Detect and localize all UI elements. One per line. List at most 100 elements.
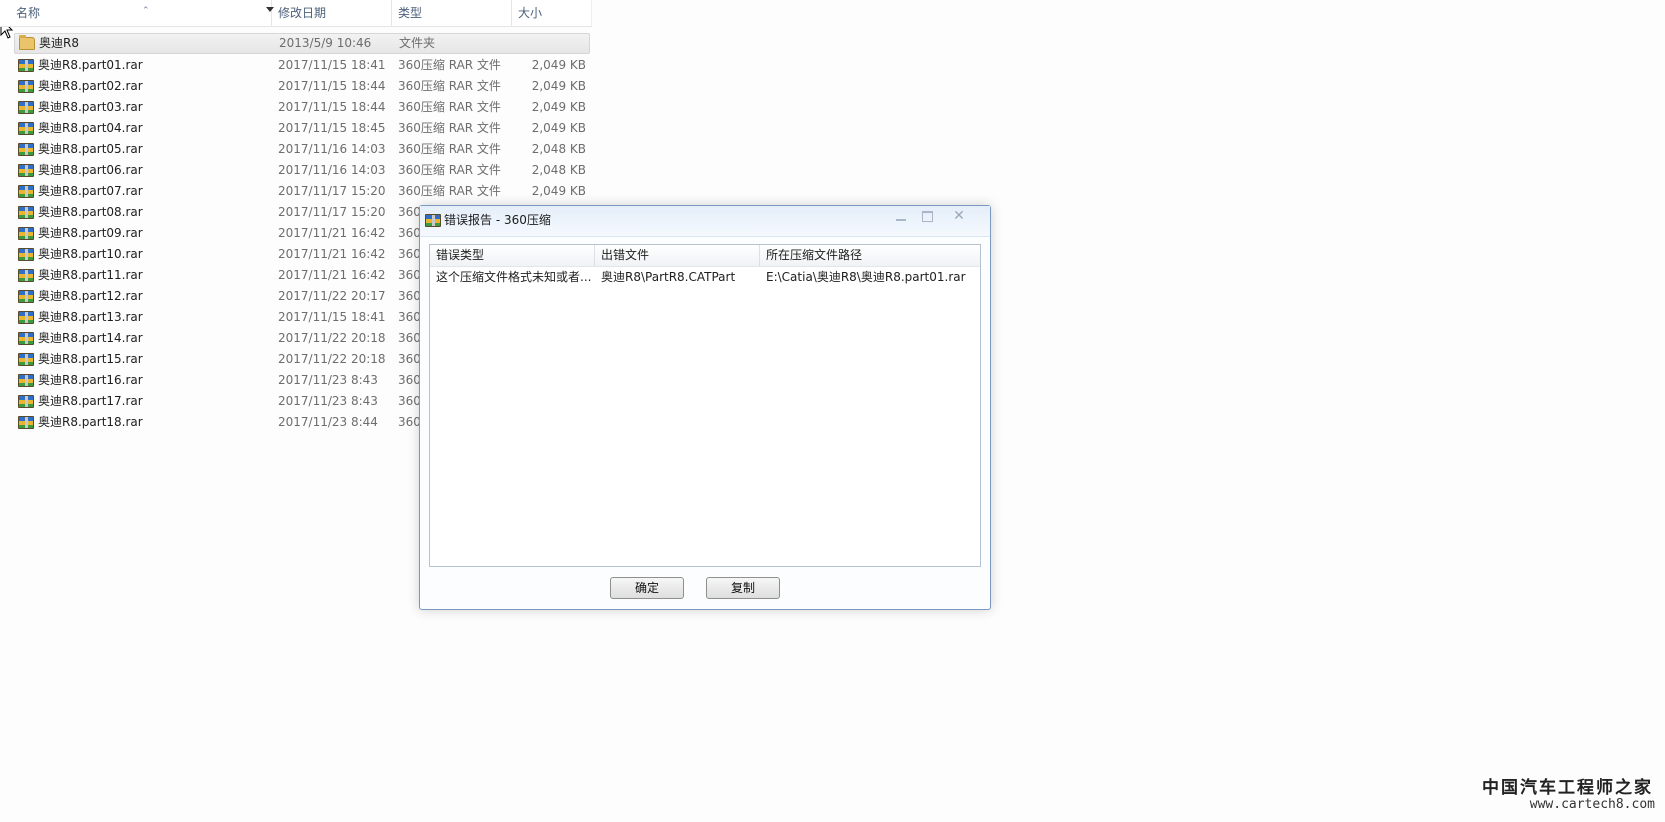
file-type: 360 [398,331,421,345]
column-header-error-type[interactable]: 错误类型 [430,245,595,266]
file-type: 360 [398,247,421,261]
file-name: 奥迪R8.part04.rar [38,121,143,135]
file-type: 360 [398,205,421,219]
close-button[interactable]: ✕ [946,207,972,225]
rar-file-icon [18,374,34,387]
file-size: 2,049 KB [531,100,586,114]
file-date: 2017/11/23 8:43 [278,394,378,408]
file-size: 2,048 KB [531,142,586,156]
file-name: 奥迪R8.part11.rar [38,268,143,282]
file-name: 奥迪R8.part16.rar [38,373,143,387]
file-size: 2,048 KB [531,163,586,177]
error-list-header: 错误类型 出错文件 所在压缩文件路径 [430,245,980,267]
file-size: 2,049 KB [531,58,586,72]
rar-file-icon [18,185,34,198]
file-date: 2017/11/17 15:20 [278,184,386,198]
file-date: 2017/11/16 14:03 [278,142,386,156]
file-name: 奥迪R8 [39,36,79,50]
rar-file-icon [18,164,34,177]
file-date: 2017/11/23 8:44 [278,415,378,429]
error-type-cell: 这个压缩文件格式未知或者... [436,270,592,284]
file-row[interactable]: 奥迪R8.part04.rar 2017/11/15 18:45 360压缩 RAR… [0,118,600,139]
rar-file-icon [18,353,34,366]
file-size: 2,049 KB [531,79,586,93]
file-date: 2017/11/23 8:43 [278,373,378,387]
file-row[interactable]: 奥迪R8.part06.rar 2017/11/16 14:03 360压缩 RAR… [0,160,600,181]
file-type: 360 [398,226,421,240]
watermark-url: www.cartech8.com [1529,797,1655,812]
file-date: 2017/11/15 18:45 [278,121,386,135]
file-type: 360压缩 RAR 文件 [398,58,501,72]
column-header-type[interactable]: 类型 [392,0,512,26]
file-date: 2017/11/22 20:17 [278,289,386,303]
file-name: 奥迪R8.part12.rar [38,289,143,303]
file-type: 360 [398,289,421,303]
file-row[interactable]: 奥迪R8.part01.rar 2017/11/15 18:41 360压缩 RAR… [0,55,600,76]
rar-file-icon [18,227,34,240]
file-date: 2017/11/15 18:41 [278,58,386,72]
file-size: 2,049 KB [531,184,586,198]
file-type: 360 [398,415,421,429]
column-header-archive-path[interactable]: 所在压缩文件路径 [760,245,980,266]
folder-icon [19,35,35,50]
rar-file-icon [18,101,34,114]
folder-row[interactable]: 奥迪R8 2013/5/9 10:46 文件夹 [14,33,590,54]
column-header-date[interactable]: 修改日期 [272,0,392,26]
file-type: 360压缩 RAR 文件 [398,142,501,156]
minimize-icon [896,219,906,221]
file-type: 360压缩 RAR 文件 [398,184,501,198]
file-date: 2017/11/16 14:03 [278,163,386,177]
file-name: 奥迪R8.part17.rar [38,394,143,408]
maximize-button[interactable] [914,207,940,225]
error-file-cell: 奥迪R8\PartR8.CATPart [601,270,736,284]
file-date: 2013/5/9 10:46 [279,36,372,50]
dialog-title: 错误报告 - 360压缩 [444,213,551,227]
copy-button[interactable]: 复制 [706,577,780,599]
minimize-button[interactable] [888,207,914,225]
file-type: 360压缩 RAR 文件 [398,163,501,177]
file-row[interactable]: 奥迪R8.part05.rar 2017/11/16 14:03 360压缩 RAR… [0,139,600,160]
rar-file-icon [18,395,34,408]
rar-file-icon [18,248,34,261]
rar-file-icon [18,290,34,303]
file-name: 奥迪R8.part01.rar [38,58,143,72]
file-date: 2017/11/15 18:44 [278,100,386,114]
error-row[interactable]: 这个压缩文件格式未知或者... 奥迪R8\PartR8.CATPart E:\C… [430,266,980,288]
rar-file-icon [18,59,34,72]
file-row[interactable]: 奥迪R8.part07.rar 2017/11/17 15:20 360压缩 RAR… [0,181,600,202]
file-type: 360 [398,310,421,324]
rar-file-icon [18,416,34,429]
file-date: 2017/11/22 20:18 [278,331,386,345]
file-name: 奥迪R8.part10.rar [38,247,143,261]
rar-file-icon [18,122,34,135]
column-header-type-label: 类型 [398,6,423,20]
column-header-size-label: 大小 [518,6,543,20]
file-row[interactable]: 奥迪R8.part03.rar 2017/11/15 18:44 360压缩 RAR… [0,97,600,118]
file-row[interactable]: 奥迪R8.part02.rar 2017/11/15 18:44 360压缩 RAR… [0,76,600,97]
file-type: 360 [398,268,421,282]
file-name: 奥迪R8.part06.rar [38,163,143,177]
rar-file-icon [18,206,34,219]
rar-file-icon [18,80,34,93]
rar-file-icon [18,269,34,282]
close-icon: ✕ [953,208,965,224]
rar-file-icon [18,143,34,156]
error-report-dialog: 错误报告 - 360压缩 ✕ 错误类型 出错文件 所在压缩文件路径 这个压缩文件… [419,205,991,610]
file-date: 2017/11/17 15:20 [278,205,386,219]
column-header-size[interactable]: 大小 [512,0,592,26]
file-date: 2017/11/21 16:42 [278,226,386,240]
dialog-titlebar[interactable]: 错误报告 - 360压缩 ✕ [420,206,990,237]
file-name: 奥迪R8.part05.rar [38,142,143,156]
file-size: 2,049 KB [531,121,586,135]
file-type: 360压缩 RAR 文件 [398,100,501,114]
file-date: 2017/11/21 16:42 [278,247,386,261]
sort-ascending-icon: ⌃ [142,6,150,16]
column-header-name[interactable]: 名称 ⌃ [10,0,274,26]
maximize-icon [922,211,933,222]
file-name: 奥迪R8.part03.rar [38,100,143,114]
file-name: 奥迪R8.part08.rar [38,205,143,219]
file-name: 奥迪R8.part15.rar [38,352,143,366]
column-header-error-file[interactable]: 出错文件 [595,245,760,266]
ok-button[interactable]: 确定 [610,577,684,599]
file-type: 360压缩 RAR 文件 [398,121,501,135]
